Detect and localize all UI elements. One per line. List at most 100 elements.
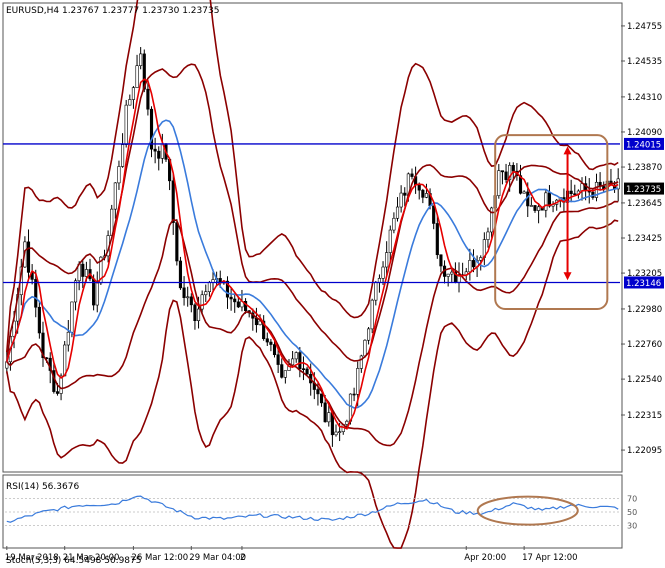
price-tick-label: 1.23870 [627, 163, 662, 173]
candle-body [323, 402, 327, 423]
candle-body [66, 331, 70, 346]
time-tick-label: 2 [240, 553, 245, 563]
candle-body [233, 298, 237, 303]
candle-body [439, 254, 443, 267]
rsi-label: RSI(14) 56.3676 [6, 482, 79, 492]
candle-body [403, 192, 407, 196]
candle-body [537, 206, 541, 211]
candle-body [113, 182, 117, 210]
candle-body [139, 53, 143, 66]
candle-body [128, 99, 132, 106]
candle-body [280, 364, 284, 378]
candle-body [345, 420, 349, 425]
candle-body [171, 180, 175, 223]
stoch-label: Stoch(5,3,3) 64.5498 50.9875 [6, 556, 141, 566]
candle-body [70, 301, 74, 333]
rsi-panel [2, 474, 623, 549]
candle-body [193, 304, 197, 322]
candle-body [432, 205, 436, 224]
rsi-tick-label: 70 [627, 494, 637, 503]
price-tick-label: 1.24090 [627, 128, 662, 138]
candle-body [135, 65, 139, 88]
price-tick-label: 1.22980 [627, 305, 662, 315]
candle-body [388, 229, 392, 253]
candle-body [395, 206, 400, 219]
price-tick-label: 1.23645 [627, 199, 662, 209]
candle-body [356, 368, 360, 395]
candle-body [196, 308, 201, 322]
candle-body [417, 184, 421, 191]
candle-body [421, 189, 425, 198]
candle-body [392, 217, 396, 231]
candle-body [276, 354, 280, 365]
candle-body [385, 252, 389, 268]
candle-body [153, 148, 157, 152]
candle-body [63, 344, 67, 377]
candle-body [34, 279, 38, 308]
candle-body [55, 391, 60, 394]
candle-body [146, 88, 150, 110]
candle-body [500, 170, 504, 173]
time-tick-label: 29 Mar 04:00 [189, 553, 246, 563]
candle-body [468, 260, 472, 273]
candle-body [182, 287, 186, 298]
candle-body [363, 339, 367, 357]
candle-body [399, 192, 403, 208]
candle-body [334, 431, 338, 436]
candle-body [486, 231, 490, 240]
candle-body [84, 269, 88, 277]
candle-body [435, 223, 439, 256]
candle-body [479, 257, 483, 261]
candle-body [533, 205, 537, 211]
candle-body [367, 328, 371, 341]
candle-body [178, 260, 183, 289]
candle-body [374, 281, 378, 301]
candle-body [175, 222, 179, 262]
candle-body [511, 165, 515, 172]
current-price-label: 1.23735 [626, 185, 661, 195]
price-tick-label: 1.22315 [627, 411, 662, 421]
candle-body [272, 344, 277, 356]
candle-body [580, 183, 584, 192]
candle-body [81, 263, 85, 277]
candle-body [26, 241, 31, 273]
candle-body [37, 306, 41, 334]
candle-body [497, 170, 501, 196]
candle-body [522, 191, 526, 194]
candle-body [236, 301, 240, 308]
candle-body [124, 104, 128, 145]
candle-body [370, 299, 374, 330]
candle-body [189, 296, 193, 306]
candle-body [294, 352, 298, 360]
candle-body [73, 280, 78, 303]
candle-body [352, 393, 356, 396]
candle-body [229, 296, 233, 300]
candle-body [283, 370, 287, 378]
candle-body [327, 412, 331, 423]
candle-body [305, 368, 309, 375]
price-panel [2, 2, 623, 473]
candle-body [157, 150, 161, 159]
candle-body [131, 87, 135, 100]
candle-body [424, 193, 429, 198]
price-tick-label: 1.24755 [627, 22, 662, 32]
candle-body [301, 368, 306, 370]
price-tick-label: 1.22760 [627, 340, 662, 350]
candle-body [121, 144, 125, 167]
candle-body [547, 192, 552, 207]
candle-body [291, 358, 295, 366]
candle-body [450, 271, 454, 275]
rsi-tick-label: 50 [627, 508, 637, 517]
price-tick-label: 1.23425 [627, 234, 662, 244]
rsi-tick-label: 30 [627, 522, 637, 531]
price-tick-label: 1.23205 [627, 269, 662, 279]
candle-body [207, 282, 211, 292]
candle-body [569, 190, 573, 195]
candle-body [446, 273, 450, 277]
candle-body [186, 296, 190, 299]
price-tick-label: 1.24535 [627, 57, 662, 67]
candle-body [200, 294, 204, 310]
candle-body [410, 173, 414, 177]
symbol-header: EURUSD,H4 1.23767 1.23777 1.23730 1.2373… [6, 6, 219, 16]
time-tick-label: 17 Apr 12:00 [522, 553, 577, 563]
